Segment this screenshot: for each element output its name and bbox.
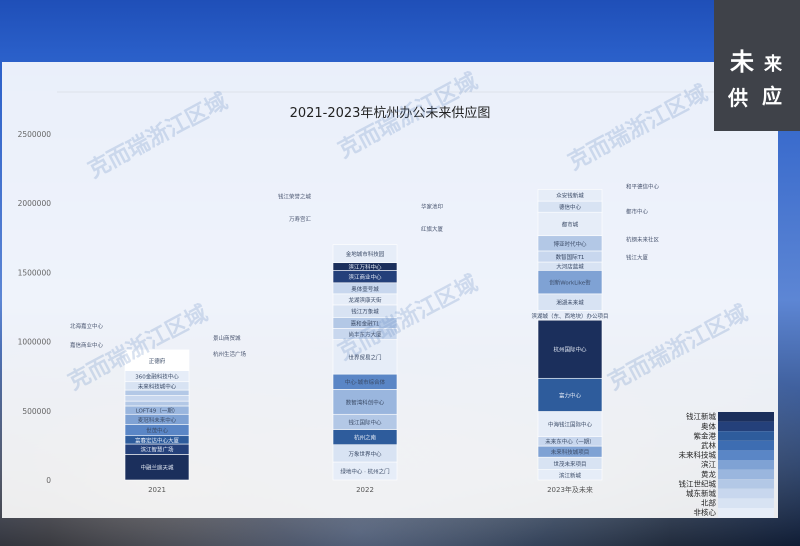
legend-label: 非核心 <box>694 507 717 517</box>
bar-segment-label: 大河店蓝城 <box>556 263 584 271</box>
bar-segment-label: LOFT49（一期） <box>136 408 179 415</box>
bar-segment-label: 杭州之南 <box>354 434 377 442</box>
bar-segment-label: 世茂中心 <box>146 427 169 435</box>
legend-label: 未来科技城 <box>679 450 717 460</box>
bar-segment-label: 钱江国际中心 <box>348 418 382 426</box>
bar-segment-label: 湘湖未来城 <box>556 299 584 307</box>
y-tick-label: 500000 <box>22 407 51 416</box>
side-label: 钱江大厦 <box>626 253 649 261</box>
bar-segment-label: 金地城市科技园 <box>346 250 385 258</box>
y-tick-label: 2000000 <box>18 199 52 208</box>
x-tick-label: 2023年及未来 <box>547 485 593 494</box>
y-tick-label: 2500000 <box>18 130 52 139</box>
corner-char-1: 未 <box>730 47 754 76</box>
bar-segment-label: 数智国际T1 <box>556 253 585 261</box>
bar-segment-label: 未来东中心（一期） <box>545 438 595 446</box>
legend-swatch <box>718 479 774 489</box>
bar-segment-label: 杭州国际中心 <box>553 346 587 354</box>
bar-segment-label: 中融兰庭天城 <box>140 464 174 472</box>
legend-swatch <box>718 421 774 432</box>
legend-label: 北部 <box>701 498 716 508</box>
bar-segment-label: 滨江新城 <box>559 471 582 479</box>
legend-swatch <box>718 508 774 518</box>
legend-swatch <box>718 440 774 451</box>
legend-swatch <box>718 498 774 508</box>
bar-segment-label: 奥体壹号城 <box>351 285 379 293</box>
bar-segment-label: 未来科技城项目 <box>551 448 590 456</box>
y-tick-label: 0 <box>46 476 51 485</box>
bar-segment-label: 博亚时代中心 <box>553 240 587 248</box>
bar-segment-label: 滨湖城（东、西地块）办公项目 <box>531 312 608 320</box>
bar-segment-label: 都市城 <box>562 220 579 228</box>
corner-char-4: 应 <box>762 84 782 108</box>
corner-title-box: 未 来 供 应 <box>714 0 800 131</box>
legend-label: 黄龙 <box>701 469 716 479</box>
legend-swatch <box>718 460 774 470</box>
side-label: 钱江荣誉之城 <box>278 192 312 200</box>
bar-segment-label: 世茂未来项目 <box>553 460 586 468</box>
bar-segment-label: 滨江商业中心 <box>348 273 382 281</box>
legend-swatch <box>718 469 774 480</box>
bar-segment-label: 滨江万科中心 <box>348 263 382 271</box>
side-label: 北海嘉立中心 <box>70 322 104 330</box>
y-tick-label: 1000000 <box>18 338 52 347</box>
side-label: 华家池印 <box>421 203 444 211</box>
legend-swatch <box>718 488 774 499</box>
side-label: 都市中心 <box>626 208 649 216</box>
bar-segment-label: 未来科技城中心 <box>138 382 177 390</box>
bar-segment-label: 正德府 <box>149 357 166 365</box>
bar-segment-label: 麦冠科未来中心 <box>138 416 177 424</box>
side-label: 万寿宫汇 <box>289 215 312 223</box>
legend-label: 钱江世纪城 <box>679 478 717 488</box>
y-axis: 0 500000 1000000 1500000 2000000 2500000 <box>18 130 52 485</box>
legend-swatch <box>718 412 774 422</box>
x-tick-label: 2022 <box>356 486 374 494</box>
bar-segment-label: 中海钱江国际中心 <box>548 420 593 428</box>
bar-segment-label: 富力中心 <box>559 391 582 399</box>
bar-segment-label: 德信中心 <box>559 203 582 211</box>
bar-segment-label: 数智湾科创中心 <box>346 398 385 406</box>
bar-segment-label: 绿地中心 · 杭州之门 <box>340 468 389 476</box>
bar-segment-label: 龙湖滨康天街 <box>348 296 382 304</box>
corner-char-2: 来 <box>764 54 782 75</box>
bar-segment-label: 万象世界中心 <box>348 450 382 458</box>
bar-segment-label: 创新WorkLike街 <box>549 279 591 287</box>
x-axis: 2021 2022 2023年及未来 <box>148 485 593 494</box>
legend-label: 钱江新城 <box>686 411 716 421</box>
legend-label: 奥体 <box>701 421 716 431</box>
bar-segment-label: 360金融科技中心 <box>135 373 179 381</box>
y-tick-label: 1500000 <box>18 268 52 277</box>
x-tick-label: 2021 <box>148 486 166 494</box>
side-label: 杭钢未来社区 <box>626 235 660 243</box>
bar-segment <box>124 395 190 402</box>
legend-label: 紫金港 <box>694 430 717 440</box>
legend-label: 滨江 <box>701 459 716 469</box>
side-label: 景山商贸城 <box>213 334 241 342</box>
bar-segment <box>124 400 190 407</box>
legend-label: 城东新城 <box>686 488 716 498</box>
legend-swatch <box>718 431 774 441</box>
side-label: 杭州生活广场 <box>213 350 247 358</box>
legend-label: 武林 <box>701 440 716 450</box>
legend-swatch <box>718 450 774 460</box>
bar-segment-label: 众安钱新城 <box>556 192 584 200</box>
bar-segment <box>124 389 190 396</box>
bar-segment-label: 中心·城市综合体 <box>345 378 386 386</box>
bar-segment-label: 滨江智慧广场 <box>140 446 174 454</box>
bar-segment-label: 富春宏达中心大厦 <box>135 436 180 444</box>
side-label: 和平德信中心 <box>626 183 660 191</box>
chart-legend: 钱江新城奥体紫金港武林未来科技城滨江黄龙钱江世纪城城东新城北部非核心 <box>679 411 774 518</box>
side-label: 红旗大厦 <box>421 225 444 233</box>
corner-char-3: 供 <box>728 86 748 110</box>
